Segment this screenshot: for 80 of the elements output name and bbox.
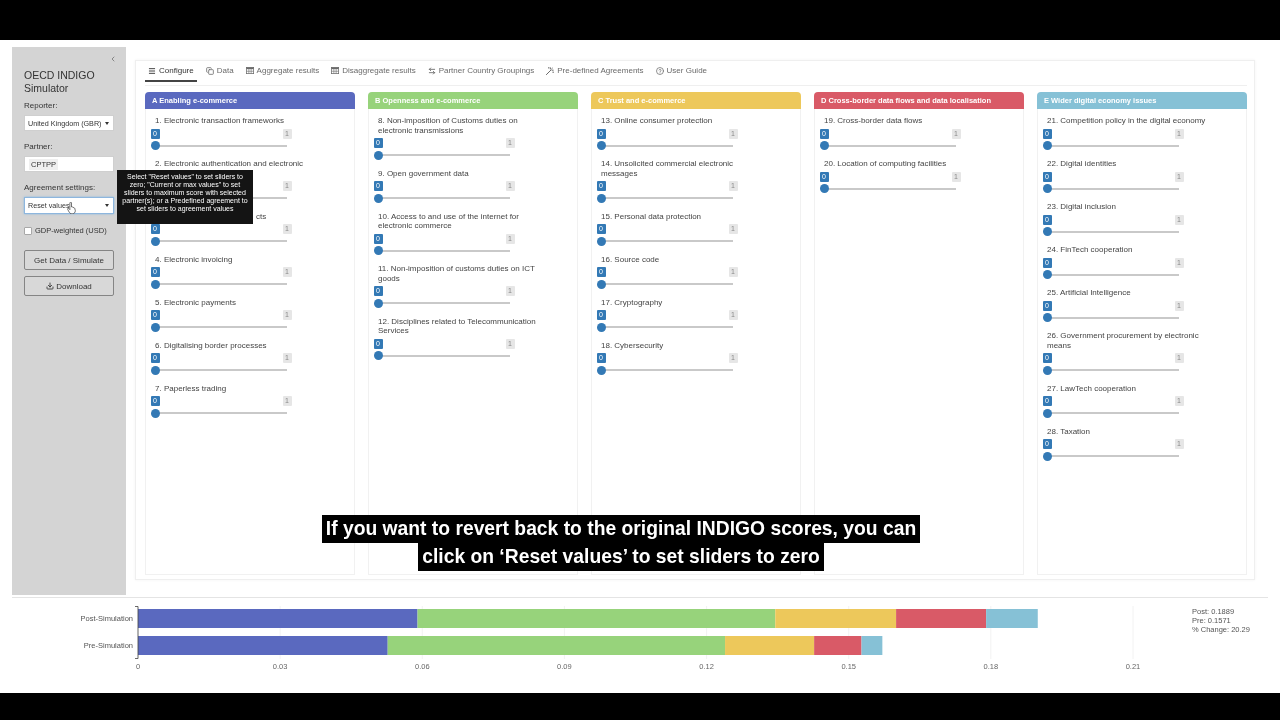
field-label: Agreement settings: (24, 183, 96, 193)
slider-thumb[interactable] (150, 141, 160, 150)
slider-label: 1. Electronic transaction frameworks (155, 116, 284, 126)
slider-thumb[interactable] (150, 365, 160, 375)
slider-thumb[interactable] (596, 365, 606, 375)
slider-label: 5. Electronic payments (155, 297, 236, 307)
slider-thumb[interactable] (373, 150, 383, 160)
checkbox[interactable] (24, 226, 32, 235)
slider-label: 21. Competition policy in the digital economy (1047, 116, 1206, 126)
slider-label: 22. Digital identities (1047, 159, 1117, 169)
slider-thumb[interactable] (150, 408, 160, 418)
slider-label: 26. Government procurement by electronic means (1047, 331, 1199, 350)
field-label: Reporter: (24, 101, 58, 111)
slider-label: 10. Access to and use of the internet for electronic commerce (378, 211, 519, 231)
slider-thumb[interactable] (1042, 451, 1052, 461)
tab[interactable]: Pre-defined Agreements (543, 61, 647, 82)
slider-thumb[interactable] (596, 279, 606, 289)
slider-thumb[interactable] (1042, 270, 1052, 279)
tab[interactable]: Data (202, 61, 237, 82)
slider-thumb[interactable] (1042, 184, 1052, 193)
slider-thumb[interactable] (596, 193, 606, 203)
slider-thumb[interactable] (373, 193, 383, 203)
slider-thumb[interactable] (596, 236, 606, 246)
download-button[interactable]: Download (24, 276, 114, 296)
slider-label: 17. Cryptography (601, 297, 663, 307)
caret-icon (105, 204, 109, 207)
help-icon (655, 66, 664, 75)
slider-label: 11. Non-imposition of customs duties on ICT goods (378, 264, 535, 283)
table-icon (245, 67, 254, 74)
slider-thumb[interactable] (1042, 141, 1052, 150)
slider-thumb[interactable] (1042, 227, 1052, 236)
slider-thumb[interactable] (819, 184, 829, 193)
slider-label: 8. Non-imposition of Customs duties on electronic transmissions (378, 116, 518, 135)
slider-label: 20. Location of computing facilities (824, 159, 947, 169)
wand-icon (546, 66, 555, 75)
slider-thumb[interactable] (819, 141, 829, 150)
tab[interactable]: Partner Country Groupings (424, 61, 538, 82)
tab[interactable]: Aggregate results (242, 61, 323, 82)
slider-label: 16. Source code (601, 254, 660, 264)
chevron-left-icon[interactable] (109, 55, 117, 63)
slider-thumb[interactable] (150, 236, 160, 246)
caret-icon (105, 121, 109, 125)
slider-thumb[interactable] (1042, 365, 1052, 375)
slider-label: cts (256, 211, 267, 221)
slider-thumb[interactable] (1042, 313, 1052, 322)
slider-label: 4. Electronic invoicing (155, 254, 233, 264)
slider-label: 28. Taxation (1047, 426, 1090, 436)
tab[interactable]: Configure (145, 61, 197, 82)
slider-label: 9. Open government data (378, 168, 469, 178)
table-icon (331, 67, 340, 74)
slider-label: 6. Digitalising border processes (155, 340, 267, 350)
arrows-icon (427, 66, 436, 75)
bars-icon (148, 66, 156, 75)
slider-label: 14. Unsolicited commercial electronic messages (601, 159, 734, 178)
slider-thumb[interactable] (596, 322, 606, 332)
slider-label: 27. LawTech cooperation (1047, 383, 1136, 393)
slider-label: 2. Electronic authentication and electronic (155, 159, 304, 169)
slider-label: 23. Digital inclusion (1047, 202, 1116, 212)
simulate-button[interactable]: Get Data / Simulate (24, 250, 114, 270)
tab[interactable]: Disaggregate results (328, 61, 419, 82)
copy-icon (205, 66, 214, 75)
slider-thumb[interactable] (1042, 408, 1052, 418)
tab[interactable]: User Guide (652, 61, 711, 82)
slider-label: 15. Personal data protection (601, 211, 702, 221)
slider-thumb[interactable] (373, 246, 383, 255)
field-label: Partner: (24, 142, 53, 152)
slider-thumb[interactable] (150, 279, 160, 289)
slider-label: 13. Online consumer protection (601, 116, 713, 126)
slider-thumb[interactable] (373, 351, 383, 360)
slider-thumb[interactable] (373, 298, 383, 308)
slider-thumb[interactable] (150, 322, 160, 332)
slider-label: 24. FinTech cooperation (1047, 245, 1133, 255)
slider-label: 18. Cybersecurity (601, 340, 664, 350)
slider-label: 12. Disciplines related to Telecommunication Services (378, 316, 536, 336)
slider-thumb[interactable] (596, 141, 606, 150)
download-icon (46, 282, 55, 290)
slider-label: 7. Paperless trading (155, 383, 227, 393)
app-title: OECD INDIGO Simulator (24, 69, 96, 95)
slider-label: 25. Artificial Intelligence (1047, 288, 1131, 298)
slider-label: 19. Cross-border data flows (824, 116, 923, 126)
